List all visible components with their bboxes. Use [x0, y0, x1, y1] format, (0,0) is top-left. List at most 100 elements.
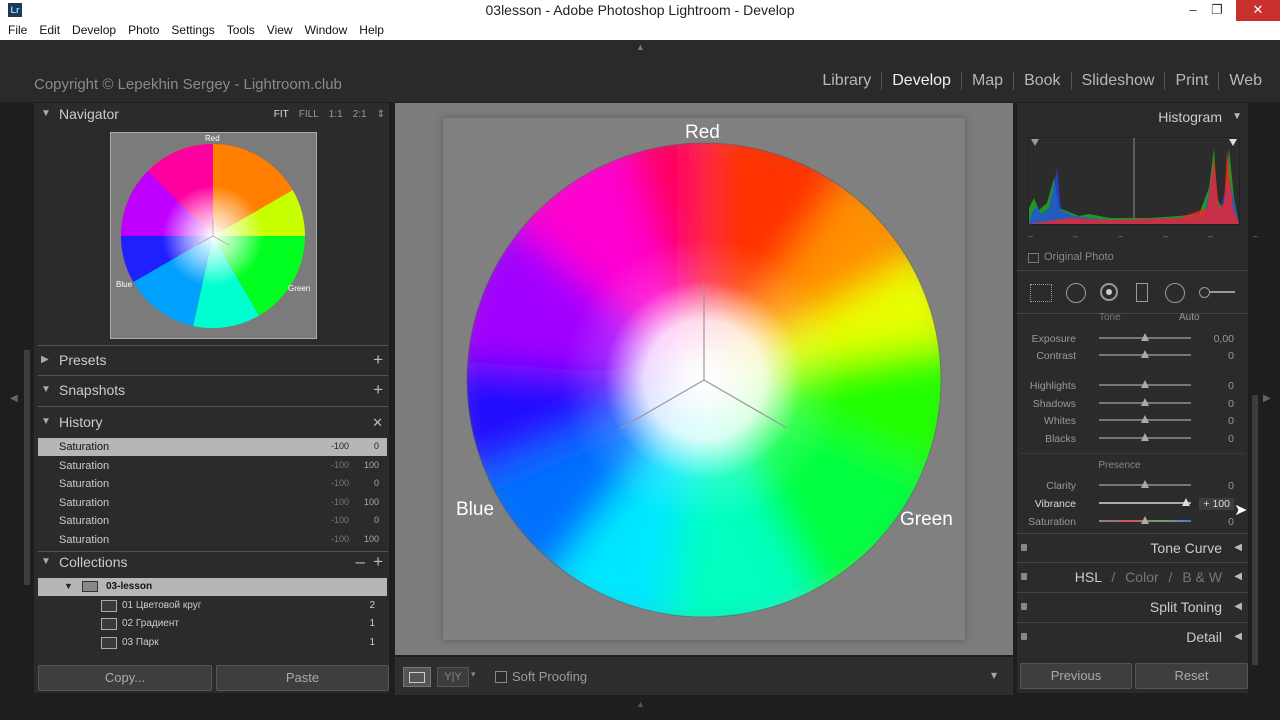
slider-knob[interactable] — [1141, 433, 1149, 441]
photo[interactable]: Red Blue Green — [443, 118, 965, 640]
restore-button[interactable]: ❐ — [1202, 0, 1232, 21]
panel-switch-icon[interactable] — [1021, 573, 1027, 580]
clear-history-icon[interactable]: ✕ — [372, 415, 383, 431]
history-item[interactable]: Saturation -100 100 — [38, 457, 387, 475]
navigator-preview[interactable]: Red Blue Green — [110, 132, 317, 339]
menu-settings[interactable]: Settings — [165, 21, 220, 37]
module-map[interactable]: Map — [960, 72, 1013, 90]
panel-switch-icon[interactable] — [1021, 633, 1027, 640]
collections-header[interactable]: ▼ Collections – + — [34, 551, 389, 577]
histogram-header[interactable]: Histogram ▼ — [1017, 103, 1248, 131]
slider-knob[interactable] — [1141, 333, 1149, 341]
tone-curve-header[interactable]: Tone Curve ◀ — [1017, 534, 1248, 562]
history-header[interactable]: ▼ History ✕ — [34, 411, 389, 437]
add-preset-icon[interactable]: + — [373, 350, 383, 370]
contrast-slider-row[interactable]: Contrast 0 — [1017, 347, 1248, 365]
whites-slider[interactable] — [1099, 415, 1191, 423]
toolbar-menu-icon[interactable]: ▾ — [991, 668, 997, 682]
contrast-value[interactable]: 0 — [1228, 350, 1234, 362]
shadows-value[interactable]: 0 — [1228, 398, 1234, 410]
exposure-slider-row[interactable]: Exposure 0,00 — [1017, 330, 1248, 348]
slider-knob[interactable] — [1141, 380, 1149, 388]
module-develop[interactable]: Develop — [881, 72, 961, 90]
menu-tools[interactable]: Tools — [221, 21, 261, 37]
history-item[interactable]: Saturation -100 0 — [38, 475, 387, 493]
crop-overlay-tool-icon[interactable] — [1030, 284, 1052, 302]
view-dropdown-icon[interactable]: ▾ — [471, 669, 476, 680]
add-collection-icon[interactable]: + — [373, 552, 383, 572]
left-scrollbar[interactable] — [24, 350, 30, 585]
clarity-slider[interactable] — [1099, 480, 1191, 488]
blacks-value[interactable]: 0 — [1228, 433, 1234, 445]
vibrance-slider-row[interactable]: Vibrance + 100 — [1017, 495, 1248, 513]
slider-knob[interactable] — [1141, 415, 1149, 423]
slider-knob[interactable] — [1141, 516, 1149, 524]
vibrance-slider[interactable] — [1099, 498, 1191, 506]
exposure-value[interactable]: 0,00 — [1214, 333, 1234, 345]
soft-proofing-checkbox[interactable] — [495, 671, 507, 683]
collapse-top-arrow-icon[interactable]: ▲ — [636, 42, 645, 52]
menu-edit[interactable]: Edit — [33, 21, 66, 37]
zoom-stepper-icon[interactable]: ⇕ — [377, 109, 385, 120]
tab-bw[interactable]: B & W — [1182, 569, 1222, 585]
module-web[interactable]: Web — [1218, 72, 1272, 90]
highlights-slider[interactable] — [1099, 380, 1191, 388]
zoom-fill[interactable]: FILL — [299, 109, 319, 120]
paste-settings-button[interactable]: Paste — [216, 665, 389, 691]
shadows-slider-row[interactable]: Shadows 0 — [1017, 395, 1248, 413]
snapshots-header[interactable]: ▼ Snapshots + — [34, 379, 389, 405]
vibrance-value[interactable]: + 100 — [1199, 498, 1234, 510]
whites-value[interactable]: 0 — [1228, 415, 1234, 427]
clarity-value[interactable]: 0 — [1228, 480, 1234, 492]
tab-color[interactable]: Color — [1125, 569, 1158, 585]
add-snapshot-icon[interactable]: + — [373, 380, 383, 400]
module-library[interactable]: Library — [812, 72, 881, 90]
module-print[interactable]: Print — [1164, 72, 1218, 90]
whites-slider-row[interactable]: Whites 0 — [1017, 412, 1248, 430]
left-panel-toggle-icon[interactable]: ◀ — [10, 393, 18, 404]
auto-tone-button[interactable]: Auto — [1179, 312, 1200, 323]
history-item[interactable]: Saturation -100 0 — [38, 438, 387, 456]
highlights-slider-row[interactable]: Highlights 0 — [1017, 377, 1248, 395]
slider-knob[interactable] — [1141, 480, 1149, 488]
graduated-filter-tool-icon[interactable] — [1136, 283, 1148, 302]
radial-filter-tool-icon[interactable] — [1165, 283, 1185, 303]
spot-removal-tool-icon[interactable] — [1066, 283, 1086, 303]
history-item[interactable]: Saturation -100 100 — [38, 494, 387, 512]
collection-item[interactable]: 02 Градиент 1 — [38, 615, 387, 633]
before-after-view-icon[interactable]: Y|Y — [437, 667, 469, 687]
close-button[interactable]: ✕ — [1236, 0, 1280, 21]
saturation-slider[interactable] — [1099, 516, 1191, 524]
right-panel-toggle-icon[interactable]: ▶ — [1263, 393, 1271, 404]
clarity-slider-row[interactable]: Clarity 0 — [1017, 477, 1248, 495]
copy-settings-button[interactable]: Copy... — [38, 665, 212, 691]
zoom-1-1[interactable]: 1:1 — [329, 109, 343, 120]
split-toning-header[interactable]: Split Toning ◀ — [1017, 593, 1248, 621]
blacks-slider[interactable] — [1099, 433, 1191, 441]
shadows-slider[interactable] — [1099, 398, 1191, 406]
menu-photo[interactable]: Photo — [122, 21, 165, 37]
highlights-value[interactable]: 0 — [1228, 380, 1234, 392]
panel-switch-icon[interactable] — [1021, 544, 1027, 551]
menu-file[interactable]: File — [2, 21, 33, 37]
contrast-slider[interactable] — [1099, 350, 1191, 358]
slider-knob[interactable] — [1182, 498, 1191, 506]
menu-view[interactable]: View — [261, 21, 299, 37]
slider-knob[interactable] — [1141, 398, 1149, 406]
saturation-slider-row[interactable]: Saturation 0 — [1017, 513, 1248, 531]
red-eye-tool-icon[interactable] — [1100, 283, 1118, 301]
histogram[interactable] — [1028, 137, 1240, 225]
module-book[interactable]: Book — [1013, 72, 1070, 90]
slider-knob[interactable] — [1141, 350, 1149, 358]
exposure-slider[interactable] — [1099, 333, 1191, 341]
collection-item[interactable]: 03 Парк 1 — [38, 634, 387, 652]
history-item[interactable]: Saturation -100 0 — [38, 512, 387, 530]
hsl-header[interactable]: HSL / Color / B & W ◀ — [1017, 563, 1248, 591]
tab-hsl[interactable]: HSL — [1075, 569, 1102, 585]
zoom-2-1[interactable]: 2:1 — [353, 109, 367, 120]
previous-button[interactable]: Previous — [1020, 663, 1132, 689]
module-slideshow[interactable]: Slideshow — [1070, 72, 1165, 90]
presets-header[interactable]: ▶ Presets + — [34, 349, 389, 375]
collection-item[interactable]: 01 Цветовой круг 2 — [38, 597, 387, 615]
right-scrollbar[interactable] — [1252, 395, 1258, 665]
